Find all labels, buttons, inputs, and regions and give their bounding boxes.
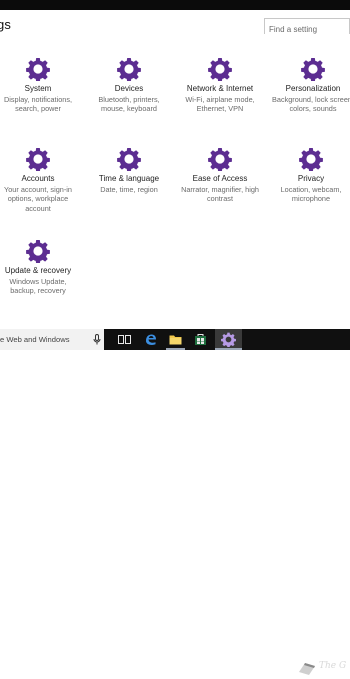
watermark: The G [296, 658, 350, 679]
gear-icon [117, 58, 141, 81]
tile-desc-line: options, workplace [7, 194, 69, 203]
file-explorer-icon[interactable] [168, 332, 183, 347]
gear-icon [301, 58, 325, 81]
tile-label: Accounts [21, 174, 55, 183]
tile-personalization[interactable]: Personalization Background, lock screen,… [268, 57, 350, 114]
gear-icon [117, 148, 141, 171]
tile-desc-line: account [25, 203, 51, 213]
watermark-logo-icon [299, 663, 315, 675]
tile-label: Time & language [98, 174, 160, 183]
tile-desc-line: mouse, keyboard [101, 104, 157, 113]
gear-icon [299, 148, 323, 171]
settings-search-box[interactable] [264, 18, 350, 37]
tile-desc-line: Narrator, magnifier, high [181, 184, 259, 194]
tile-label: Update & recovery [4, 266, 72, 275]
tile-desc-line: Wi-Fi, airplane mode, [185, 94, 255, 104]
tile-privacy[interactable]: Privacy Location, webcam, microphone [268, 147, 350, 204]
tile-desc-line: backup, recovery [10, 286, 66, 295]
taskbar: The G [0, 329, 350, 675]
tile-label: Devices [114, 84, 144, 93]
tile-label: Ease of Access [192, 174, 248, 183]
tile-devices[interactable]: Devices Bluetooth, printers, mouse, keyb… [86, 57, 172, 114]
tile-desc-line: colors, sounds [289, 104, 337, 113]
tile-desc-line: Ethernet, VPN [196, 104, 244, 113]
tile-label: Network & Internet [186, 84, 254, 93]
tile-desc-line: Your account, sign-in [4, 184, 72, 194]
page-title: gs [0, 17, 11, 32]
tile-time-language[interactable]: Time & language Date, time, region [86, 147, 172, 194]
gear-icon [208, 148, 232, 171]
task-view-icon[interactable] [117, 332, 132, 347]
tile-desc-line: Date, time, region [100, 184, 158, 194]
window-titlebar [0, 0, 350, 10]
tile-desc-line: Bluetooth, printers, [98, 94, 160, 104]
search-input[interactable] [265, 22, 349, 37]
gear-icon [26, 58, 50, 81]
tile-ease-of-access[interactable]: Ease of Access Narrator, magnifier, high… [177, 147, 263, 204]
tile-accounts[interactable]: Accounts Your account, sign-in options, … [0, 147, 81, 213]
watermark-text: The G [319, 661, 347, 671]
tile-network-internet[interactable]: Network & Internet Wi-Fi, airplane mode,… [177, 57, 263, 114]
gear-icon [208, 58, 232, 81]
microphone-icon[interactable] [93, 334, 101, 345]
tile-update-recovery[interactable]: Update & recovery Windows Update, backup… [0, 239, 81, 296]
gear-icon [26, 240, 50, 263]
taskbar-search-box[interactable] [0, 329, 104, 350]
tile-desc-line: contrast [207, 194, 233, 203]
edge-browser-icon[interactable] [143, 332, 158, 347]
tile-desc-line: microphone [291, 194, 331, 203]
store-icon[interactable] [193, 332, 208, 347]
tile-desc-line: Background, lock screen, [272, 94, 350, 104]
tile-label: Privacy [297, 174, 325, 183]
settings-taskbar-button[interactable] [215, 329, 242, 350]
gear-icon [26, 148, 50, 171]
tile-label: Personalization [285, 84, 341, 93]
tile-desc-line: Location, webcam, [280, 184, 342, 194]
tile-desc-line: Windows Update, [9, 276, 67, 286]
taskbar-search-input[interactable] [0, 329, 86, 350]
tile-desc-line: Display, notifications, [4, 94, 72, 104]
tile-label: System [24, 84, 52, 93]
settings-gear-icon [221, 332, 236, 347]
tile-desc-line: search, power [15, 104, 61, 113]
tile-system[interactable]: System Display, notifications, search, p… [0, 57, 81, 114]
